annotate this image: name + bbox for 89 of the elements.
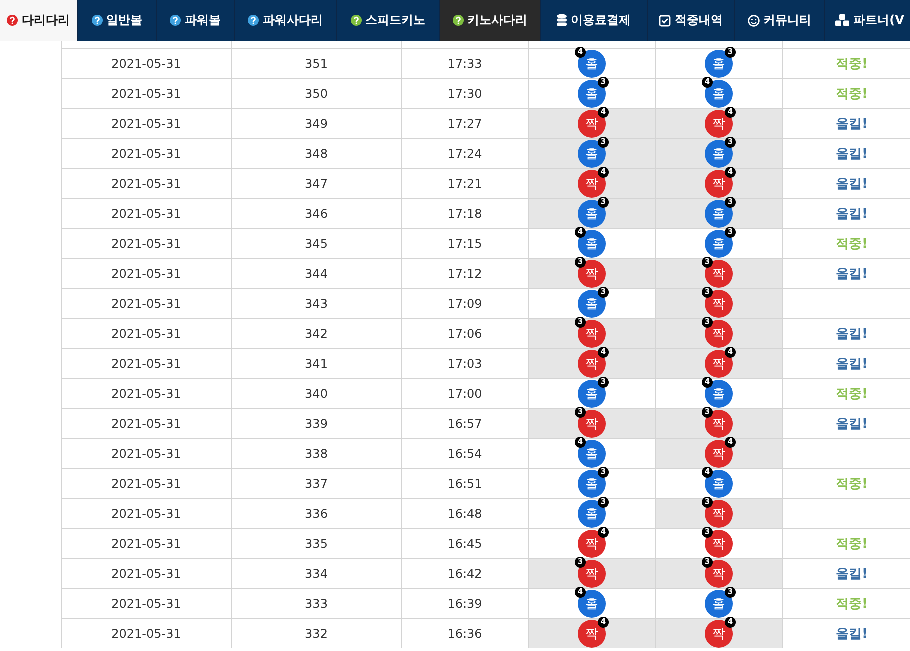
date-text: 2021-05-31 <box>112 476 182 490</box>
round-text: 339 <box>305 416 328 430</box>
outcome-text: 올킬! <box>836 176 868 192</box>
round-text: 347 <box>305 176 328 190</box>
date-text: 2021-05-31 <box>112 326 182 340</box>
outcome-text: 적중! <box>836 596 868 612</box>
round-text: 336 <box>305 506 328 520</box>
date-text: 2021-05-31 <box>112 176 182 190</box>
outcome-text: 올킬! <box>836 206 868 222</box>
date-text: 2021-05-31 <box>112 116 182 130</box>
time-text: 16:54 <box>448 446 482 460</box>
date-text: 2021-05-31 <box>112 206 182 220</box>
round-text: 345 <box>305 236 328 250</box>
date-text: 2021-05-31 <box>112 536 182 550</box>
time-text: 17:27 <box>448 116 482 130</box>
outcome-text: 올킬! <box>836 266 868 282</box>
time-text: 17:00 <box>448 386 482 400</box>
date-text: 2021-05-31 <box>112 596 182 610</box>
date-text: 2021-05-31 <box>112 416 182 430</box>
checkbox-icon <box>659 14 671 26</box>
date-text: 2021-05-31 <box>112 296 182 310</box>
round-text: 350 <box>305 86 328 100</box>
round-text: 332 <box>305 626 328 640</box>
outcome-text: 올킬! <box>836 116 868 132</box>
round-text: 343 <box>305 296 328 310</box>
outcome-text: 적중! <box>836 56 868 72</box>
date-text: 2021-05-31 <box>112 386 182 400</box>
round-text: 334 <box>305 566 328 580</box>
date-text: 2021-05-31 <box>112 506 182 520</box>
round-text: 340 <box>305 386 328 400</box>
outcome-text: 올킬! <box>836 356 868 372</box>
time-text: 16:36 <box>448 626 482 640</box>
outcome-text: 적중! <box>836 236 868 252</box>
time-text: 16:51 <box>448 476 482 490</box>
time-text: 17:06 <box>448 326 482 340</box>
time-text: 17:15 <box>448 236 482 250</box>
time-text: 16:39 <box>448 596 482 610</box>
time-text: 17:03 <box>448 356 482 370</box>
help-icon <box>170 15 181 26</box>
outcome-text: 올킬! <box>836 146 868 162</box>
time-text: 16:57 <box>448 416 482 430</box>
nav-tab[interactable]: 키노사다리 <box>440 0 541 41</box>
time-text: 17:18 <box>448 206 482 220</box>
round-text: 338 <box>305 446 328 460</box>
outcome-text: 올킬! <box>836 626 868 642</box>
date-text: 2021-05-31 <box>112 146 182 160</box>
help-icon <box>92 15 102 26</box>
smile-icon <box>748 14 760 26</box>
time-text: 17:33 <box>448 56 482 70</box>
date-text: 2021-05-31 <box>112 56 182 70</box>
round-text: 342 <box>305 326 328 340</box>
help-icon <box>7 15 18 26</box>
outcome-text: 적중! <box>836 386 868 402</box>
nav-tab[interactable]: 다리다리 <box>0 0 78 41</box>
database-icon <box>557 14 567 27</box>
round-text: 348 <box>305 146 328 160</box>
outcome-text: 적중! <box>836 536 868 552</box>
help-icon <box>452 15 464 26</box>
round-text: 351 <box>305 56 328 70</box>
outcome-text: 올킬! <box>836 326 868 342</box>
round-text: 333 <box>305 596 328 610</box>
time-text: 17:24 <box>448 146 482 160</box>
time-text: 16:45 <box>448 536 482 550</box>
round-text: 344 <box>305 266 328 280</box>
round-text: 337 <box>305 476 328 490</box>
help-icon <box>350 15 362 26</box>
time-text: 17:30 <box>448 86 482 100</box>
date-text: 2021-05-31 <box>112 356 182 370</box>
round-text: 335 <box>305 536 328 550</box>
time-text: 16:42 <box>448 566 482 580</box>
round-text: 346 <box>305 206 328 220</box>
outcome-text: 올킬! <box>836 566 868 582</box>
date-text: 2021-05-31 <box>112 626 182 640</box>
round-text: 341 <box>305 356 328 370</box>
time-text: 17:21 <box>448 176 482 190</box>
outcome-text: 적중! <box>836 86 868 102</box>
date-text: 2021-05-31 <box>112 566 182 580</box>
date-text: 2021-05-31 <box>112 446 182 460</box>
cubes-icon <box>834 14 850 27</box>
round-text: 349 <box>305 116 328 130</box>
date-text: 2021-05-31 <box>112 236 182 250</box>
time-text: 17:09 <box>448 296 482 310</box>
outcome-text: 올킬! <box>836 416 868 432</box>
outcome-text: 적중! <box>836 476 868 492</box>
date-text: 2021-05-31 <box>112 266 182 280</box>
date-text: 2021-05-31 <box>112 86 182 100</box>
time-text: 16:48 <box>448 506 482 520</box>
time-text: 17:12 <box>448 266 482 280</box>
help-icon <box>248 15 259 26</box>
